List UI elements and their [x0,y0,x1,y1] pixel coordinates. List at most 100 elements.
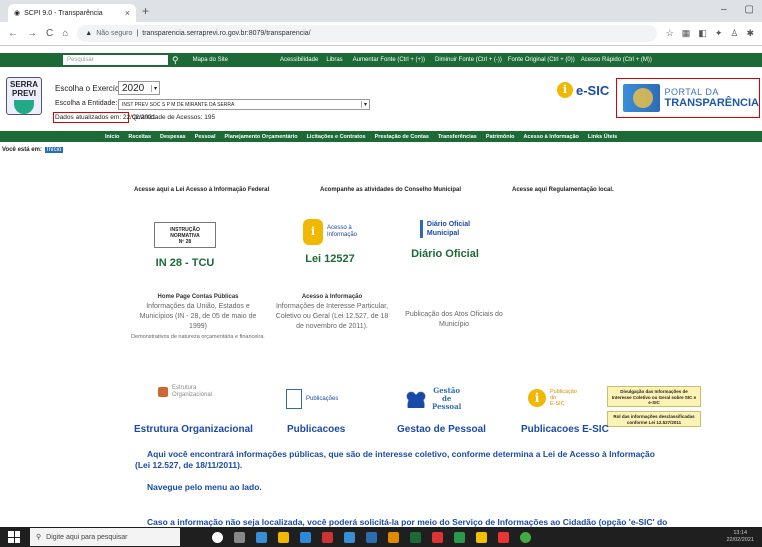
maximize-button[interactable]: ▢ [745,4,754,15]
app-icon[interactable] [432,531,443,543]
libras-link[interactable]: Libras [326,57,342,63]
nav-planejamento[interactable]: Planejamento Orçamentário [225,134,298,140]
extension-icon[interactable]: ▦ [682,28,691,39]
back-icon[interactable]: ← [8,28,18,39]
main-nav: Início Receitas Despesas Pessoal Planeja… [0,131,762,142]
site-search-input[interactable]: Pesquisar [63,55,168,65]
new-tab-button[interactable]: + [142,4,149,18]
nav-prestacao-contas[interactable]: Prestação de Contas [375,134,429,140]
sitemap-link[interactable]: Mapa do Site [193,57,228,63]
decrease-font-link[interactable]: Diminuir Fonte (Ctrl + (-)) [435,57,502,63]
org-chart-icon [158,387,168,397]
document-icon [286,389,302,409]
extension-icon[interactable]: ♙ [730,28,738,39]
app-icon[interactable] [454,531,465,543]
extension-icon[interactable]: ✦ [715,28,723,39]
publicacoes-icon-link[interactable]: Publicações [286,389,338,411]
gestao-title[interactable]: Gestao de Pessoal [397,424,486,435]
sic-disclosure-box[interactable]: Divulgação das Informações de Interesse … [607,386,701,407]
serraprevi-logo[interactable]: SERRA PREVI [6,77,42,115]
original-font-link[interactable]: Fonte Original (Ctrl + (0)) [508,57,575,63]
forward-icon[interactable]: → [27,28,37,39]
app-icon[interactable] [322,531,333,543]
regulamentacao-link[interactable]: Acesse aqui Regulamentação local. [512,187,614,193]
task-view-icon[interactable] [212,531,223,543]
accessibility-link[interactable]: Acessibilidade [280,57,318,63]
close-tab-icon[interactable]: × [125,8,130,18]
estrutura-icon-link[interactable]: Estrutura Organizacional [158,385,218,399]
app-icon[interactable] [344,531,355,543]
pubesic-icon-link[interactable]: i Publicação do E-SIC [528,389,577,407]
app-icon[interactable] [388,531,399,543]
store-icon[interactable] [256,531,267,543]
extension-icon[interactable]: ✱ [746,28,754,39]
in28-title: IN 28 - TCU [155,257,215,269]
conselho-link[interactable]: Acompanhe as atividades do Conselho Muni… [320,187,461,193]
main-content: Acesse aqui a Lei Acesso à Informação Fe… [0,155,762,527]
taskbar-apps [212,531,531,543]
windows-taskbar: ⚲ Digite aqui para pesquisar 13:14 22/02… [0,527,762,547]
extension-icon[interactable]: ◧ [698,28,707,39]
app-icon[interactable] [366,531,377,543]
shield-icon [14,100,34,114]
nav-licitacoes[interactable]: Licitações e Contratos [307,134,366,140]
info-icon: i [528,389,546,407]
search-icon[interactable]: ⚲ [172,55,179,66]
rol-desclassificadas-box[interactable]: Rol das informações desclassificadas con… [607,411,701,427]
reload-icon[interactable]: C [46,28,53,39]
search-icon: ⚲ [36,534,42,541]
entidade-label: Escolha a Entidade: [55,100,118,107]
nav-inicio[interactable]: Início [105,134,119,140]
tab-title: SCPI 9.0 - Transparência [24,9,103,17]
app-icon[interactable] [476,531,487,543]
widgets-icon[interactable] [234,531,245,543]
estrutura-title[interactable]: Estrutura Organizacional [134,424,253,435]
entidade-select[interactable]: INST PREV SOC S P M DE MIRANTE DA SERRA ▾ [118,99,370,110]
minimize-button[interactable]: – [721,4,727,15]
browser-tab[interactable]: ◉ SCPI 9.0 - Transparência × [8,4,136,22]
gestao-icon-link[interactable]: Gestão de Pessoal [404,387,461,411]
esic-link[interactable]: i e-SIC [557,82,609,98]
taskbar-search[interactable]: ⚲ Digite aqui para pesquisar [30,528,180,546]
site-header: SERRA PREVI Escolha o Exercício: 2020 ▾ E… [0,67,762,131]
pubesic-title[interactable]: Publicacoes E-SIC [521,424,609,435]
lei12527-title: Lei 12527 [305,253,355,265]
increase-font-link[interactable]: Aumentar Fonte (Ctrl + (+)) [353,57,425,63]
diario-oficial-block[interactable]: Diário Oficial Municipal Diário Oficial [390,219,500,260]
exercicio-select[interactable]: 2020 ▾ [118,81,160,95]
edge-icon[interactable] [300,531,311,543]
app-icon[interactable] [498,531,509,543]
chrome-icon[interactable] [520,531,531,543]
intro-paragraph: Aqui você encontrará informações pública… [135,449,655,470]
people-graphic-icon [623,84,661,112]
nav-receitas[interactable]: Receitas [128,134,151,140]
url-field[interactable]: ▲ Não seguro | transparencia.serraprevi.… [77,25,657,42]
lei12527-block[interactable]: i Acesso à Informação Lei 12527 [282,219,378,265]
nav-despesas[interactable]: Despesas [160,134,186,140]
star-icon[interactable]: ☆ [666,28,674,39]
in28-description: Home Page Contas Públicas Informações da… [131,294,265,340]
nav-pessoal[interactable]: Pessoal [195,134,216,140]
exercicio-label: Escolha o Exercício: [55,84,128,93]
home-icon[interactable]: ⌂ [62,28,68,39]
nav-acesso-informacao[interactable]: Acesso à Informação [524,134,579,140]
app-icon[interactable] [410,531,421,543]
diario-description: Publicação dos Atos Oficiais do Municípi… [405,311,503,328]
nav-links-uteis[interactable]: Links Úteis [588,134,617,140]
windows-start-icon[interactable] [8,531,20,543]
browser-tab-bar: ◉ SCPI 9.0 - Transparência × + – ▢ [0,0,762,22]
in28-block[interactable]: INSTRUÇÃO NORMATIVA Nº 28 IN 28 - TCU [140,222,230,269]
publicacoes-title[interactable]: Publicacoes [287,424,345,435]
file-explorer-icon[interactable] [278,531,289,543]
window-controls: – ▢ [721,4,754,15]
lei-federal-link[interactable]: Acesse aqui a Lei Acesso à Informação Fe… [134,187,269,193]
url-text: transparencia.serraprevi.ro.gov.br:8079/… [142,30,311,37]
breadcrumb-inicio[interactable]: Início [44,147,64,153]
diario-oficial-title: Diário Oficial [411,248,479,260]
quick-access-link[interactable]: Acesso Rápido (Ctrl + (M)) [581,57,652,63]
system-clock[interactable]: 13:14 22/02/2021 [726,530,754,544]
nav-patrimonio[interactable]: Patrimônio [486,134,515,140]
portal-transparencia-banner[interactable]: PORTAL DA TRANSPARÊNCIA [616,78,760,118]
nav-transferencias[interactable]: Transferências [438,134,477,140]
diario-oficial-icon: Diário Oficial Municipal [419,220,470,238]
